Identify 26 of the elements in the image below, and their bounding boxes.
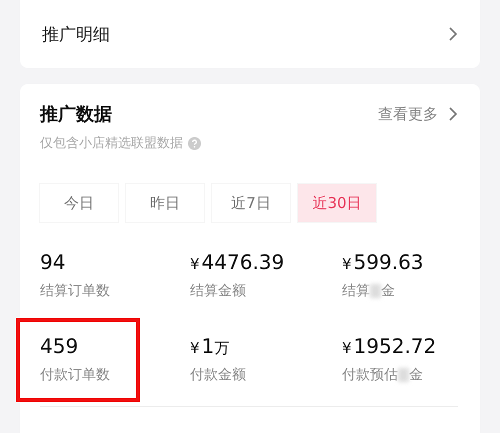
stat-value: 459	[40, 334, 78, 358]
detail-card[interactable]: 推广明细	[20, 0, 480, 68]
date-tab[interactable]: 昨日	[126, 184, 204, 222]
date-tab[interactable]: 近30日	[298, 184, 376, 222]
see-more-link[interactable]: 查看更多	[378, 104, 438, 124]
stat-label: 结算	[342, 282, 370, 300]
stat-value: ¥1万	[190, 334, 230, 358]
help-icon[interactable]	[188, 136, 201, 150]
stat-value: ¥599.63	[342, 250, 424, 274]
card-title: 推广数据	[40, 103, 113, 126]
stat-label: 付款预估	[342, 366, 398, 384]
stat-label: 金	[381, 282, 395, 300]
stat-label: 结算金额	[190, 282, 246, 300]
stat-label: 付款订单数	[40, 366, 110, 384]
stat-value: ¥4476.39	[190, 250, 284, 274]
stat-value: ¥1952.72	[342, 334, 436, 358]
subtitle: 仅包含小店精选联盟数据	[40, 135, 183, 152]
stat-value: 94	[40, 250, 66, 274]
date-tab[interactable]: 今日	[40, 184, 118, 222]
date-tab[interactable]: 近7日	[212, 184, 290, 222]
stat-label: 付款金额	[190, 366, 246, 384]
card-title: 推广明细	[42, 24, 110, 46]
stat-label: 金	[409, 366, 423, 384]
stat-label: 结算订单数	[40, 282, 110, 300]
chevron-right-icon	[448, 106, 458, 122]
chevron-right-icon	[448, 26, 458, 42]
